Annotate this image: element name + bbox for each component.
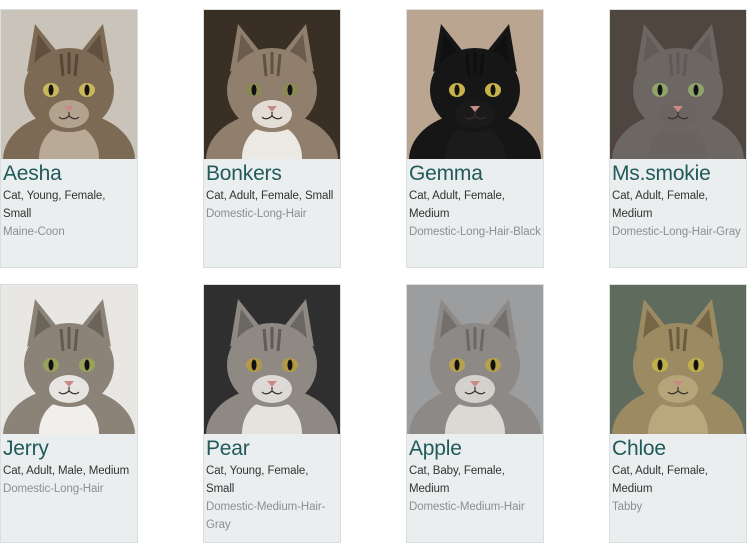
pet-name[interactable]: Ms.smokie: [612, 161, 746, 186]
cat-photo-illustration: [1, 10, 137, 159]
pet-breed: Domestic-Long-Hair: [206, 208, 307, 220]
pet-breed: Domestic-Long-Hair-Gray: [612, 226, 741, 238]
pet-name[interactable]: Chloe: [612, 436, 746, 461]
pet-name[interactable]: Apple: [409, 436, 543, 461]
pet-card[interactable]: Pear Cat, Young, Female, Small Domestic-…: [203, 284, 341, 543]
pet-breed: Domestic-Medium-Hair: [409, 501, 525, 513]
pet-photo[interactable]: [407, 285, 543, 434]
pet-photo[interactable]: [407, 10, 543, 159]
pet-breed: Domestic-Long-Hair-Black: [409, 226, 541, 238]
cat-photo-illustration: [1, 285, 137, 434]
pet-breed: Tabby: [612, 501, 643, 513]
pet-details: Cat, Adult, Female, Medium: [612, 465, 708, 495]
cat-photo-illustration: [204, 10, 340, 159]
pet-photo[interactable]: [610, 285, 746, 434]
pet-details: Cat, Young, Female, Small: [3, 190, 106, 220]
pet-photo[interactable]: [204, 10, 340, 159]
pet-details: Cat, Adult, Female, Small: [206, 190, 334, 202]
pet-name[interactable]: Bonkers: [206, 161, 340, 186]
pet-photo[interactable]: [204, 285, 340, 434]
pet-details: Cat, Adult, Female, Medium: [409, 190, 505, 220]
pet-photo[interactable]: [610, 10, 746, 159]
pet-card[interactable]: Jerry Cat, Adult, Male, Medium Domestic-…: [0, 284, 138, 543]
pet-card[interactable]: Bonkers Cat, Adult, Female, Small Domest…: [203, 9, 341, 268]
pet-card[interactable]: Aesha Cat, Young, Female, Small Maine-Co…: [0, 9, 138, 268]
pet-name[interactable]: Gemma: [409, 161, 543, 186]
pet-card[interactable]: Gemma Cat, Adult, Female, Medium Domesti…: [406, 9, 544, 268]
pet-name[interactable]: Jerry: [3, 436, 137, 461]
pet-card[interactable]: Chloe Cat, Adult, Female, Medium Tabby: [609, 284, 747, 543]
pet-listing-grid: Aesha Cat, Young, Female, Small Maine-Co…: [0, 0, 750, 555]
pet-photo[interactable]: [1, 10, 137, 159]
pet-name[interactable]: Pear: [206, 436, 340, 461]
cat-photo-illustration: [407, 10, 543, 159]
pet-card[interactable]: Apple Cat, Baby, Female, Medium Domestic…: [406, 284, 544, 543]
pet-breed: Domestic-Long-Hair: [3, 483, 104, 495]
pet-name[interactable]: Aesha: [3, 161, 137, 186]
cat-photo-illustration: [204, 285, 340, 434]
pet-photo[interactable]: [1, 285, 137, 434]
pet-breed: Domestic-Medium-Hair-Gray: [206, 501, 326, 531]
pet-details: Cat, Adult, Female, Medium: [612, 190, 708, 220]
pet-card[interactable]: Ms.smokie Cat, Adult, Female, Medium Dom…: [609, 9, 747, 268]
pet-details: Cat, Adult, Male, Medium: [3, 465, 130, 477]
pet-details: Cat, Baby, Female, Medium: [409, 465, 505, 495]
cat-photo-illustration: [407, 285, 543, 434]
cat-photo-illustration: [610, 285, 746, 434]
pet-breed: Maine-Coon: [3, 226, 65, 238]
cat-photo-illustration: [610, 10, 746, 159]
pet-details: Cat, Young, Female, Small: [206, 465, 309, 495]
